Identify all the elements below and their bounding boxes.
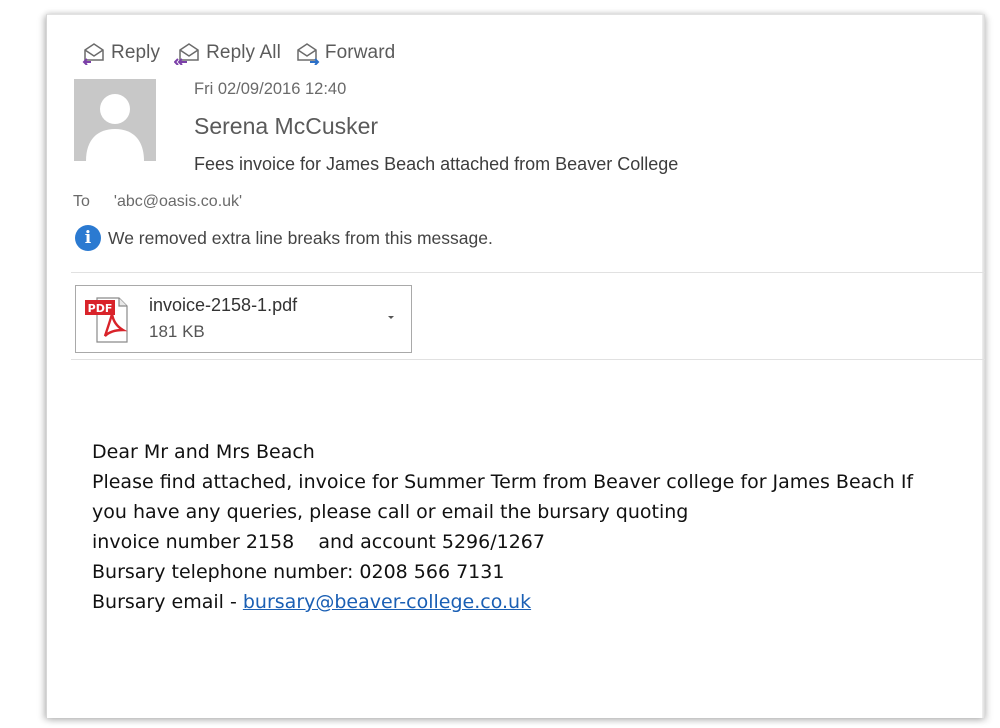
body-line: Bursary telephone number: 0208 566 7131 <box>92 561 505 583</box>
sender-name[interactable]: Serena McCusker <box>194 113 378 140</box>
body-email-line: Bursary email - bursary@beaver-college.c… <box>92 587 972 617</box>
body-greeting: Dear Mr and Mrs Beach <box>92 441 315 463</box>
forward-envelope-icon <box>295 41 321 65</box>
reply-all-envelope-icon <box>174 41 202 65</box>
reply-all-button[interactable]: Reply All <box>174 41 281 65</box>
recipient-address[interactable]: 'abc@oasis.co.uk' <box>114 193 242 211</box>
body-line: you have any queries, please call or ema… <box>92 501 689 523</box>
reply-envelope-icon <box>81 41 107 65</box>
forward-label: Forward <box>324 42 396 63</box>
page: Reply Reply All Forward Fri 02/09/2016 1… <box>0 0 1000 728</box>
window-edge <box>982 15 985 718</box>
info-notice[interactable]: i We removed extra line breaks from this… <box>75 225 493 251</box>
pdf-file-icon: PDF <box>83 294 135 344</box>
message-subject: Fees invoice for James Beach attached fr… <box>194 154 679 174</box>
divider <box>71 272 985 273</box>
forward-button[interactable]: Forward <box>295 41 395 65</box>
sender-avatar <box>74 79 156 161</box>
message-body: Dear Mr and Mrs Beach Please find attach… <box>92 437 972 617</box>
attachment-size: 181 KB <box>149 322 205 341</box>
attachment-filename: invoice-2158-1.pdf <box>149 295 298 315</box>
recipient-row: To 'abc@oasis.co.uk' <box>73 193 242 211</box>
to-label: To <box>73 193 90 210</box>
reply-button[interactable]: Reply <box>81 41 160 65</box>
bursary-email-link[interactable]: bursary@beaver-college.co.uk <box>243 591 531 613</box>
body-line: Please find attached, invoice for Summer… <box>92 471 914 493</box>
svg-text:PDF: PDF <box>88 302 113 315</box>
email-prefix: Bursary email - <box>92 591 243 613</box>
divider <box>71 359 985 360</box>
reply-label: Reply <box>111 42 161 63</box>
person-silhouette-icon <box>74 94 156 161</box>
reply-all-label: Reply All <box>206 42 281 63</box>
attachment-card[interactable]: PDF invoice-2158-1.pdf 181 KB <box>75 285 412 353</box>
message-window: Reply Reply All Forward Fri 02/09/2016 1… <box>46 14 985 718</box>
body-line: invoice number 2158 and account 5296/126… <box>92 531 545 553</box>
chevron-down-icon[interactable] <box>385 312 397 322</box>
message-toolbar: Reply Reply All Forward <box>81 41 395 65</box>
info-icon: i <box>75 225 101 251</box>
info-notice-text: We removed extra line breaks from this m… <box>108 227 493 248</box>
message-date: Fri 02/09/2016 12:40 <box>194 80 347 98</box>
